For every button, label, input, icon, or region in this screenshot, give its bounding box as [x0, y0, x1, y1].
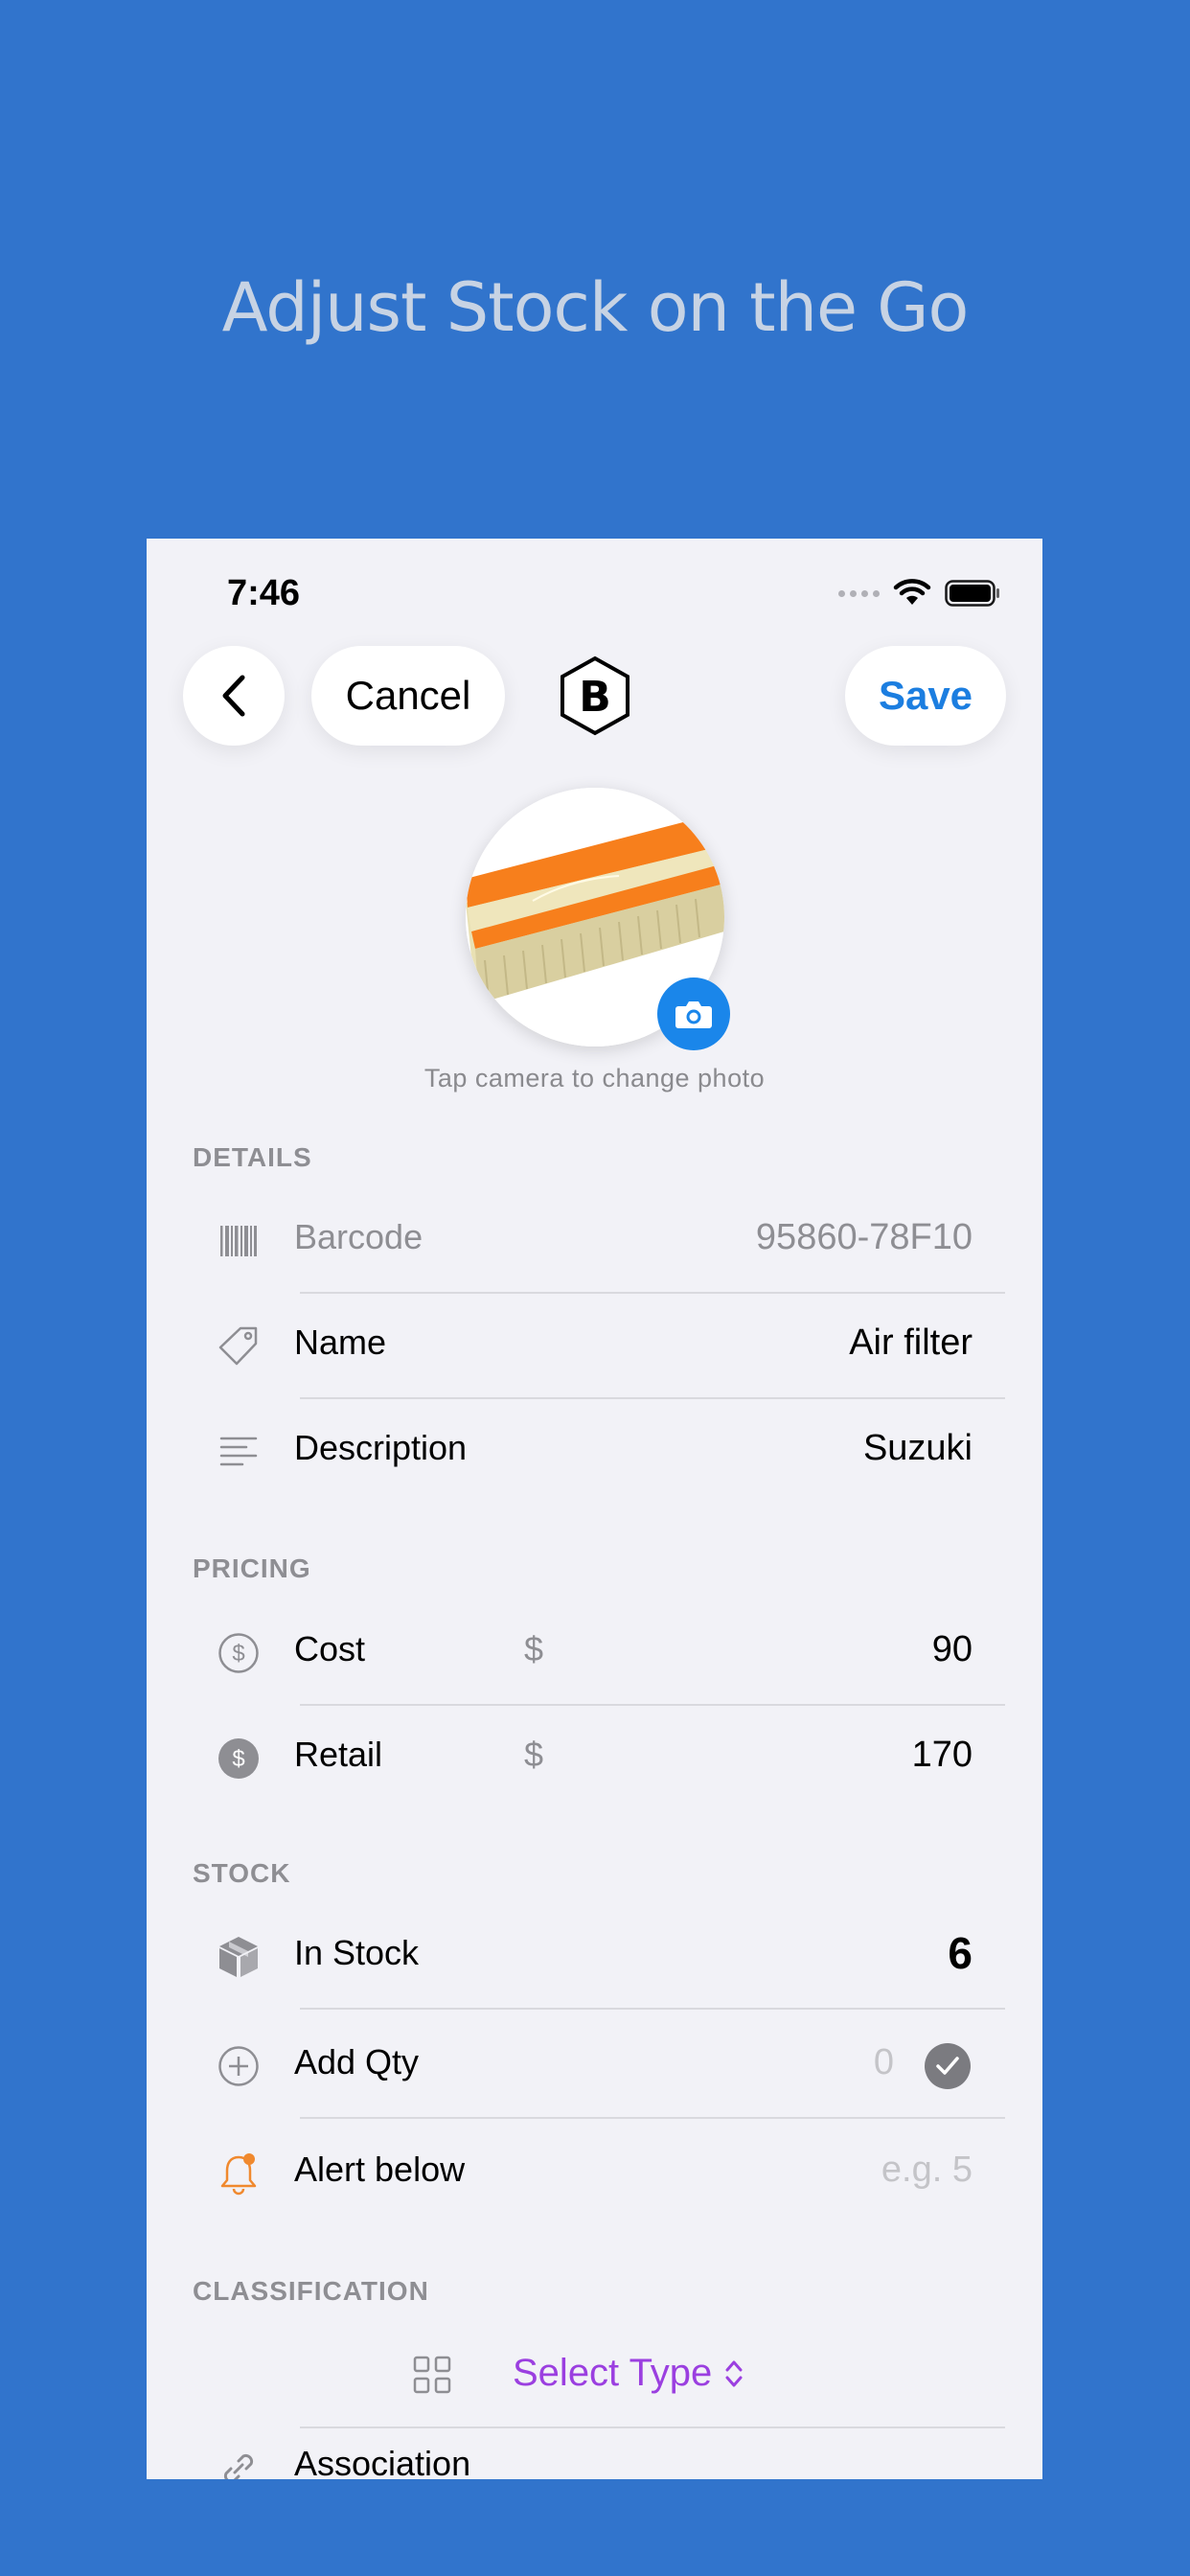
name-row[interactable]: Name Air filter	[147, 1294, 1042, 1399]
cost-row[interactable]: $ Cost $ 90	[147, 1600, 1042, 1706]
dollar-filled-icon: $	[217, 1737, 260, 1780]
confirm-qty-button[interactable]	[925, 2043, 971, 2089]
dollar-outline-icon: $	[217, 1632, 260, 1674]
tag-icon	[217, 1325, 260, 1368]
barcode-icon	[217, 1220, 260, 1262]
name-value[interactable]: Air filter	[849, 1322, 973, 1364]
cancel-button[interactable]: Cancel	[311, 646, 505, 746]
stock-header: STOCK	[193, 1858, 291, 1888]
updown-chevron-icon	[725, 2360, 743, 2386]
pricing-header: PRICING	[193, 1553, 311, 1583]
description-row[interactable]: Description Suzuki	[147, 1399, 1042, 1505]
box-icon	[217, 1936, 260, 1978]
back-chevron-icon	[222, 675, 245, 717]
back-button[interactable]	[183, 646, 285, 746]
alert-row[interactable]: Alert below e.g. 5	[147, 2121, 1042, 2226]
status-icons	[838, 579, 1000, 608]
association-row[interactable]: Association	[147, 2428, 1042, 2479]
classification-header: CLASSIFICATION	[193, 2276, 429, 2306]
change-photo-button[interactable]	[657, 978, 730, 1050]
retail-label: Retail	[294, 1735, 383, 1774]
alert-label: Alert below	[294, 2150, 466, 2189]
wifi-icon	[893, 579, 931, 605]
svg-text:$: $	[232, 1641, 244, 1667]
add-qty-row[interactable]: Add Qty 0	[147, 2013, 1042, 2119]
camera-icon	[675, 1001, 712, 1028]
details-header: DETAILS	[193, 1142, 312, 1172]
in-stock-value: 6	[948, 1928, 973, 1978]
retail-row[interactable]: $ Retail $ 170	[147, 1706, 1042, 1811]
description-icon	[217, 1431, 260, 1473]
checkmark-icon	[936, 2057, 959, 2075]
phone-screen: 7:46 Cancel B Save Tap camera to change …	[147, 539, 1042, 2479]
svg-text:B: B	[579, 673, 611, 722]
barcode-row[interactable]: Barcode 95860-78F10	[147, 1188, 1042, 1294]
description-label: Description	[294, 1428, 468, 1467]
cost-label: Cost	[294, 1629, 366, 1668]
grid-icon	[413, 2356, 451, 2399]
select-type-row[interactable]: Select Type	[147, 2321, 1042, 2428]
cost-value[interactable]: 90	[932, 1629, 973, 1670]
add-qty-label: Add Qty	[294, 2042, 420, 2082]
association-label: Association	[294, 2444, 471, 2479]
photo-hint: Tap camera to change photo	[423, 1064, 766, 1092]
retail-value[interactable]: 170	[912, 1735, 973, 1776]
in-stock-row: In Stock 6	[147, 1904, 1042, 2010]
divider	[300, 2117, 1005, 2119]
svg-text:$: $	[232, 1746, 244, 1772]
battery-icon	[945, 580, 999, 607]
description-value[interactable]: Suzuki	[863, 1428, 973, 1469]
divider	[300, 2008, 1005, 2010]
add-qty-input[interactable]: 0	[874, 2042, 894, 2083]
retail-currency: $	[524, 1735, 544, 1774]
cost-currency: $	[524, 1629, 544, 1668]
signal-icon	[838, 589, 880, 597]
name-label: Name	[294, 1322, 387, 1362]
alert-input[interactable]: e.g. 5	[881, 2150, 973, 2191]
headline: Adjust Stock on the Go	[221, 268, 970, 347]
select-type-label: Select Type	[513, 2352, 713, 2394]
status-time: 7:46	[227, 573, 301, 613]
logo-icon: B	[559, 656, 631, 736]
in-stock-label: In Stock	[294, 1933, 420, 1972]
barcode-value: 95860-78F10	[755, 1217, 973, 1257]
bell-icon	[217, 2152, 260, 2196]
link-icon	[217, 2448, 260, 2479]
barcode-label: Barcode	[294, 1217, 423, 1256]
plus-circle-icon	[217, 2045, 260, 2087]
save-button[interactable]: Save	[845, 646, 1006, 746]
select-type-button[interactable]: Select Type	[513, 2352, 744, 2395]
